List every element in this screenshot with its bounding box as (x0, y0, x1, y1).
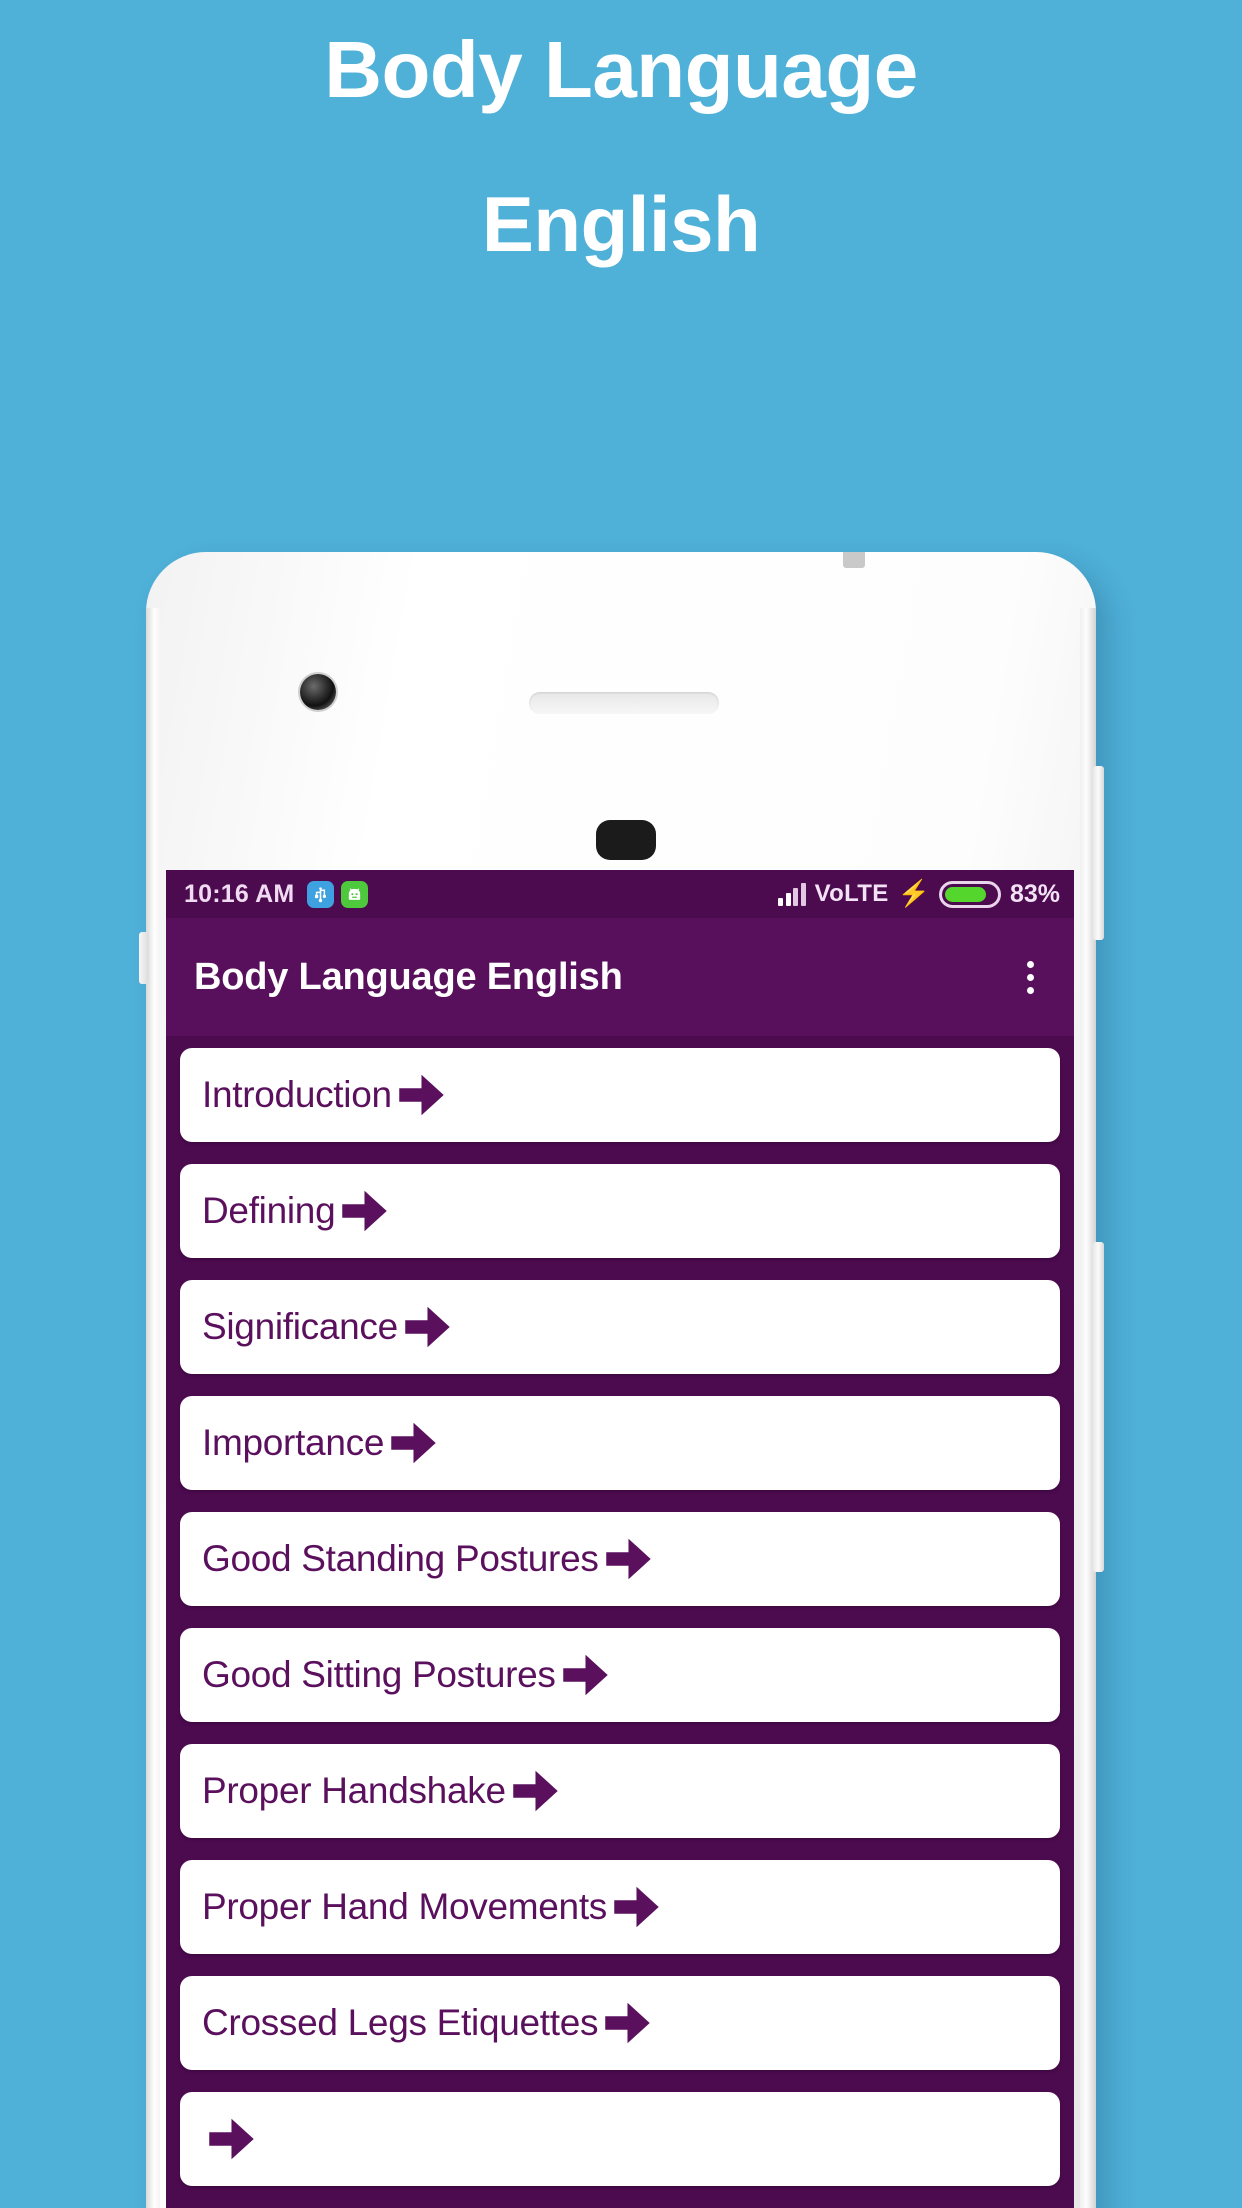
android-bot-icon (341, 880, 369, 908)
list-item[interactable]: Good Standing Postures (180, 1512, 1060, 1606)
app-bar-title: Body Language English (194, 955, 623, 998)
arrow-right-icon (398, 1298, 456, 1356)
arrow-right-icon (384, 1414, 442, 1472)
list-item-label: Proper Hand Movements (202, 1886, 608, 1927)
list-item[interactable]: Defining (180, 1164, 1060, 1258)
sensor-module (596, 820, 656, 860)
arrow-right-icon (556, 1646, 614, 1704)
list-item[interactable]: Good Sitting Postures (180, 1628, 1060, 1722)
frame-left-edge (146, 608, 160, 2208)
arrow-right-icon (607, 1878, 665, 1936)
status-right-icons: VoLTE ⚡ 83% (778, 880, 1060, 909)
arrow-right-icon (598, 1994, 656, 2052)
list-item-label: Significance (202, 1306, 398, 1347)
earpiece-speaker (529, 692, 719, 714)
phone-screen: 10:16 AM VoLTE ⚡ 83% Body Language Engli… (166, 870, 1074, 2208)
list-item-label: Importance (202, 1422, 385, 1463)
front-camera-icon (300, 674, 336, 710)
status-bar: 10:16 AM VoLTE ⚡ 83% (166, 870, 1074, 918)
phone-mockup: 10:16 AM VoLTE ⚡ 83% Body Language Engli… (139, 552, 1104, 2208)
charging-bolt-icon: ⚡ (897, 878, 930, 908)
app-bar: Body Language English (166, 918, 1074, 1036)
list-item-label: Crossed Legs Etiquettes (202, 2002, 599, 2043)
signal-bars-icon (778, 882, 806, 906)
overflow-menu-icon[interactable] (1002, 949, 1058, 1005)
list-item-label: Defining (202, 1190, 336, 1231)
volume-button[interactable] (1093, 1242, 1104, 1572)
battery-percent-label: 83% (1009, 879, 1060, 908)
list-item-label: Good Standing Postures (202, 1538, 599, 1579)
list-item[interactable]: Importance (180, 1396, 1060, 1490)
antenna-nub (843, 552, 865, 568)
list-item[interactable]: Significance (180, 1280, 1060, 1374)
promo-title: Body Language (324, 25, 918, 114)
list-item[interactable]: Crossed Legs Etiquettes (180, 1976, 1060, 2070)
list-item[interactable]: Proper Handshake (180, 1744, 1060, 1838)
list-item[interactable]: Proper Hand Movements (180, 1860, 1060, 1954)
list-item-label: Good Sitting Postures (202, 1654, 556, 1695)
promo-banner: Body Language English (0, 0, 1242, 548)
left-side-button[interactable] (139, 932, 149, 984)
arrow-right-icon (506, 1762, 564, 1820)
arrow-right-icon (392, 1066, 450, 1124)
arrow-right-icon (202, 2110, 260, 2168)
battery-icon (938, 880, 1001, 908)
list-item[interactable]: Introduction (180, 1048, 1060, 1142)
list-item-label: Proper Handshake (202, 1770, 506, 1811)
list-item-label: Introduction (202, 1074, 392, 1115)
network-label: VoLTE (814, 880, 889, 907)
usb-icon (307, 880, 335, 908)
status-clock: 10:16 AM (184, 879, 295, 908)
list-item[interactable] (180, 2092, 1060, 2186)
promo-subtitle: English (481, 180, 761, 268)
arrow-right-icon (599, 1530, 657, 1588)
arrow-right-icon (335, 1182, 393, 1240)
topic-list: Introduction Defining Significance Importan… (166, 1036, 1074, 2186)
status-notification-icons (307, 880, 369, 908)
power-button[interactable] (1093, 766, 1104, 940)
